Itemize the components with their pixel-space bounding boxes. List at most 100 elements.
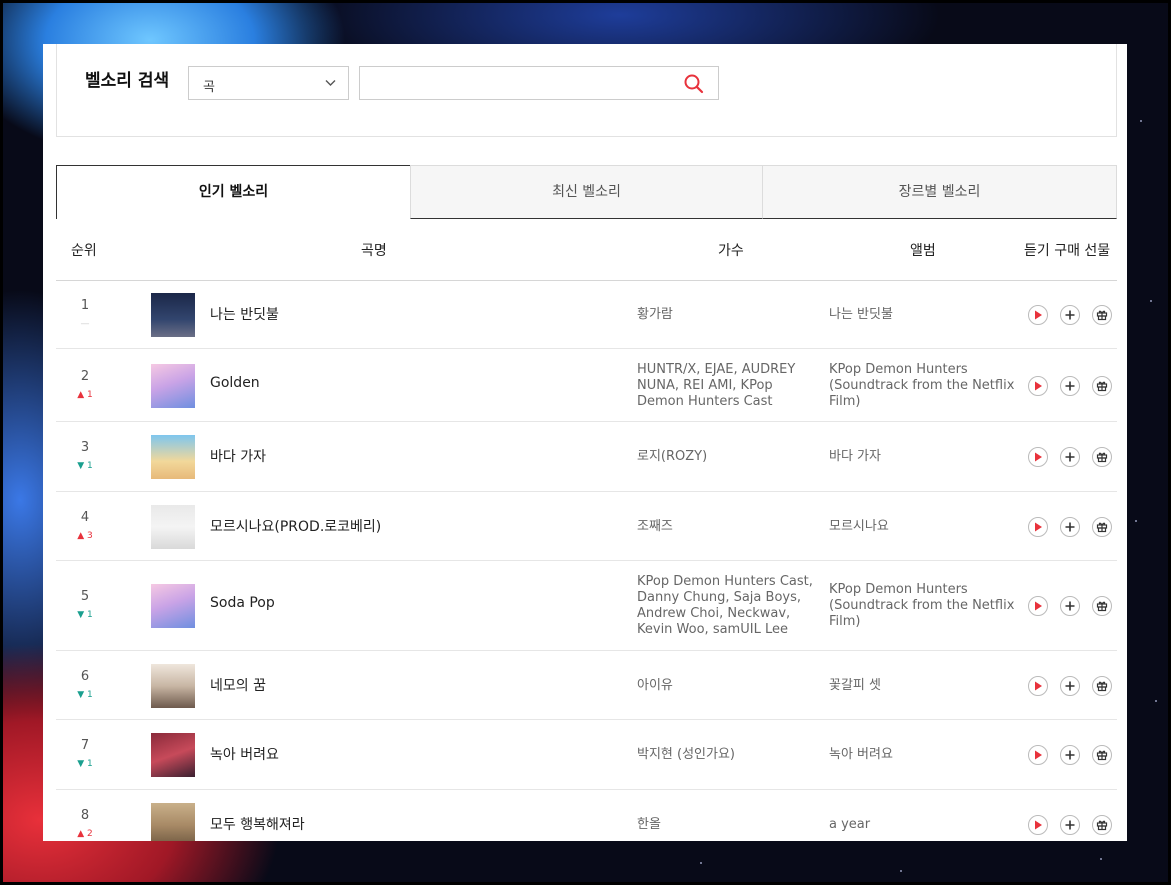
album-cover[interactable] — [151, 363, 195, 408]
rank-number: 3 — [80, 440, 90, 455]
song-title[interactable]: 나는 반딧불 — [210, 304, 279, 324]
gift-button[interactable] — [1092, 447, 1112, 467]
chevron-down-icon — [325, 80, 336, 86]
rank-change-value: 3 — [87, 530, 93, 541]
gift-icon — [1096, 601, 1108, 612]
table-row: 6 ▼ 1 네모의 꿈 아이유 꽃갈피 셋 — [56, 651, 1117, 720]
column-rank: 순위 — [71, 243, 97, 259]
album-cover[interactable] — [151, 504, 195, 549]
play-button[interactable] — [1028, 516, 1048, 537]
song-title[interactable]: 네모의 꿈 — [210, 675, 266, 695]
arrow-down-icon: ▼ — [77, 610, 88, 620]
add-icon — [1065, 310, 1075, 319]
play-button[interactable] — [1028, 745, 1048, 765]
play-icon — [1035, 381, 1042, 390]
add-icon — [1065, 601, 1075, 611]
play-button[interactable] — [1028, 375, 1048, 396]
arrow-up-icon: ▲ — [77, 389, 88, 400]
album-cover[interactable] — [151, 803, 195, 841]
play-icon — [1035, 452, 1042, 462]
add-button[interactable] — [1060, 304, 1080, 325]
album-cover[interactable] — [151, 584, 195, 628]
gift-icon — [1096, 681, 1108, 691]
gift-button[interactable] — [1092, 304, 1112, 325]
add-button[interactable] — [1060, 815, 1080, 835]
album-name[interactable]: a year — [829, 817, 1021, 833]
rank-change-value: 1 — [87, 689, 93, 700]
song-title[interactable]: 모두 행복해져라 — [210, 814, 305, 834]
play-button[interactable] — [1028, 304, 1048, 325]
add-icon — [1065, 750, 1075, 760]
rank-change-value: 2 — [87, 829, 93, 839]
album-name[interactable]: 바다 가자 — [829, 449, 1021, 465]
add-button[interactable] — [1060, 745, 1080, 765]
artist-name[interactable]: HUNTR/X, EJAE, AUDREY NUNA, REI AMI, KPo… — [637, 362, 823, 410]
gift-icon — [1096, 820, 1108, 831]
album-name[interactable]: 녹아 버려요 — [829, 747, 1021, 763]
artist-name[interactable]: 박지현 (성인가요) — [637, 747, 823, 763]
song-title[interactable]: 녹아 버려요 — [210, 744, 279, 764]
rank-number: 5 — [80, 589, 90, 604]
tab-popular[interactable]: 인기 벨소리 — [56, 165, 411, 219]
album-cover[interactable] — [151, 435, 195, 479]
album-cover[interactable] — [151, 733, 195, 777]
album-cover[interactable] — [151, 292, 195, 337]
play-button[interactable] — [1028, 596, 1048, 616]
album-name[interactable]: KPop Demon Hunters (Soundtrack from the … — [829, 582, 1021, 630]
artist-name[interactable]: 조째즈 — [637, 519, 823, 535]
play-icon — [1035, 522, 1042, 531]
gift-button[interactable] — [1092, 675, 1112, 696]
song-title[interactable]: 바다 가자 — [210, 446, 266, 466]
rank-change-value: 1 — [87, 389, 93, 400]
add-icon — [1065, 522, 1075, 531]
column-title: 곡명 — [361, 243, 387, 259]
tab-latest[interactable]: 최신 벨소리 — [410, 165, 763, 219]
song-title[interactable]: Golden — [210, 375, 260, 391]
ringtone-tabs: 인기 벨소리 최신 벨소리 장르별 벨소리 — [56, 165, 1117, 219]
rank-change: ▲ 1 — [56, 390, 114, 400]
play-icon — [1035, 601, 1042, 611]
play-button[interactable] — [1028, 447, 1048, 467]
add-button[interactable] — [1060, 447, 1080, 467]
add-icon — [1065, 681, 1075, 690]
add-button[interactable] — [1060, 596, 1080, 616]
rank-number: 8 — [80, 808, 90, 823]
song-title[interactable]: 모르시나요(PROD.로코베리) — [210, 516, 381, 536]
column-album: 앨범 — [910, 243, 936, 259]
album-name[interactable]: 나는 반딧불 — [829, 307, 1021, 323]
artist-name[interactable]: 한올 — [637, 817, 823, 833]
album-name[interactable]: KPop Demon Hunters (Soundtrack from the … — [829, 362, 1021, 410]
artist-name[interactable]: KPop Demon Hunters Cast, Danny Chung, Sa… — [637, 574, 823, 638]
artist-name[interactable]: 황가람 — [637, 307, 823, 323]
album-cover[interactable] — [151, 663, 195, 708]
search-title: 벨소리 검색 — [85, 71, 170, 91]
album-name[interactable]: 모르시나요 — [829, 519, 1021, 535]
song-title[interactable]: Soda Pop — [210, 595, 275, 611]
play-button[interactable] — [1028, 815, 1048, 835]
category-selected-label: 곡 — [203, 80, 215, 95]
search-icon[interactable] — [684, 74, 704, 94]
artist-name[interactable]: 로지(ROZY) — [637, 449, 823, 465]
tab-genre[interactable]: 장르별 벨소리 — [762, 165, 1117, 219]
rank-change: — — [56, 319, 114, 329]
rank-change: ▲ 2 — [56, 829, 114, 839]
album-name[interactable]: 꽃갈피 셋 — [829, 678, 1021, 694]
add-icon — [1065, 452, 1075, 462]
add-button[interactable] — [1060, 516, 1080, 537]
play-button[interactable] — [1028, 675, 1048, 696]
add-button[interactable] — [1060, 675, 1080, 696]
add-button[interactable] — [1060, 375, 1080, 396]
gift-button[interactable] — [1092, 745, 1112, 765]
add-icon — [1065, 820, 1075, 830]
search-field[interactable] — [359, 66, 719, 100]
rank-change-value: 1 — [87, 461, 93, 471]
play-icon — [1035, 310, 1042, 319]
gift-button[interactable] — [1092, 375, 1112, 396]
artist-name[interactable]: 아이유 — [637, 678, 823, 694]
gift-button[interactable] — [1092, 516, 1112, 537]
gift-button[interactable] — [1092, 815, 1112, 835]
rank-change: ▼ 1 — [56, 759, 114, 769]
category-select[interactable]: 곡 — [188, 66, 349, 100]
search-input[interactable] — [368, 73, 672, 95]
gift-button[interactable] — [1092, 596, 1112, 616]
